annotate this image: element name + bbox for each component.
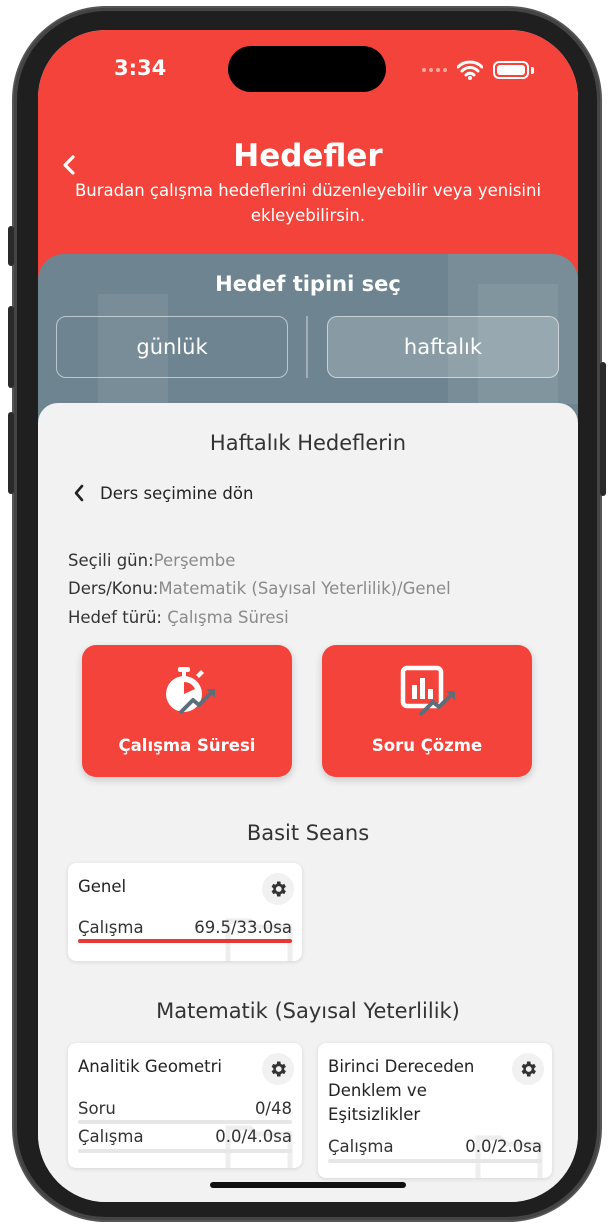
goal-card-metric: Çalışma 0.0/4.0sa [78, 1127, 292, 1146]
goal-card-settings-button[interactable] [262, 873, 294, 905]
question-solving-button[interactable]: Soru Çözme [322, 645, 532, 777]
metric-value: 69.5/33.0sa [194, 918, 292, 937]
goal-card-linear-equations[interactable]: Birinci Dereceden Denklem ve Eşitsizlikl… [318, 1043, 552, 1178]
goal-card-title: Birinci Dereceden Denklem ve Eşitsizlikl… [328, 1057, 475, 1124]
goal-type-divider [306, 316, 308, 378]
info-label: Seçili gün: [68, 551, 154, 570]
progress-bar [328, 1159, 542, 1163]
goal-card-settings-button[interactable] [512, 1053, 544, 1085]
page-title: Hedefler [233, 138, 383, 174]
status-time: 3:34 [114, 56, 167, 80]
signal-icon [422, 68, 447, 72]
phone-volume-up [8, 306, 14, 388]
gear-icon [521, 1061, 536, 1077]
study-time-label: Çalışma Süresi [118, 736, 256, 755]
weekly-goals-title: Haftalık Hedeflerin [209, 431, 407, 455]
page-subtitle: Buradan çalışma hedeflerini düzenleyebil… [74, 181, 542, 225]
wifi-icon [457, 60, 483, 80]
home-indicator [210, 1182, 406, 1188]
info-goal-type: Hedef türü: Çalışma Süresi [68, 608, 289, 627]
back-to-lesson-selection[interactable]: Ders seçimine dön [72, 483, 253, 503]
progress-bar [78, 1149, 292, 1153]
math-section-title: Matematik (Sayısal Yeterlilik) [156, 999, 460, 1023]
metric-label: Çalışma [78, 918, 144, 937]
goal-card-settings-button[interactable] [262, 1053, 294, 1085]
gear-icon [271, 1061, 286, 1077]
metric-value: 0.0/4.0sa [215, 1127, 292, 1146]
question-solving-label: Soru Çözme [371, 736, 483, 755]
gear-icon [271, 881, 286, 897]
goal-card-metric: Soru 0/48 [78, 1099, 292, 1118]
dynamic-island [228, 46, 386, 92]
info-value: Perşembe [153, 551, 236, 570]
back-to-lesson-label: Ders seçimine dön [100, 483, 254, 503]
chart-icon [400, 665, 455, 717]
metric-label: Çalışma [328, 1137, 394, 1156]
study-time-button[interactable]: Çalışma Süresi [82, 645, 292, 777]
metric-label: Çalışma [78, 1127, 144, 1146]
metric-value: 0.0/2.0sa [465, 1137, 542, 1156]
info-value: Matematik (Sayısal Yeterlilik)/Genel [158, 579, 451, 598]
goal-card-metric: Çalışma 0.0/2.0sa [328, 1137, 542, 1156]
goal-type-title: Hedef tipini seç [215, 272, 401, 296]
goal-card-title: Genel [78, 877, 127, 896]
info-label: Ders/Konu: [68, 579, 159, 598]
progress-bar-fill [78, 939, 292, 943]
goal-type-daily-button[interactable]: günlük [56, 316, 288, 378]
app-screen: 3:34 Hedefler Buradan çalışma hedeflerin… [38, 30, 578, 1202]
battery-tip [531, 66, 534, 74]
progress-bar [78, 1120, 292, 1124]
goal-card-general[interactable]: Genel Çalışma 69.5/33.0sa [68, 863, 302, 961]
stopwatch-icon [166, 667, 215, 715]
battery-icon [493, 61, 529, 79]
basic-session-title: Basit Seans [246, 821, 370, 845]
info-selected-day: Seçili gün:Perşembe [68, 551, 235, 570]
phone-power-button [600, 362, 606, 496]
phone-action-button [8, 226, 14, 266]
goal-type-weekly-button[interactable]: haftalık [327, 316, 559, 378]
info-lesson-topic: Ders/Konu:Matematik (Sayısal Yeterlilik)… [68, 579, 451, 598]
goal-card-metric: Çalışma 69.5/33.0sa [78, 918, 292, 937]
goal-card-analytic-geometry[interactable]: Analitik Geometri Soru 0/48 Çalışma 0.0/… [68, 1043, 302, 1168]
weekly-goals-card: Haftalık Hedeflerin Ders seçimine dön Se… [38, 403, 578, 1202]
progress-bar [78, 939, 292, 943]
info-label: Hedef türü: [68, 608, 168, 627]
chevron-left-icon [74, 484, 84, 502]
metric-label: Soru [78, 1099, 116, 1118]
phone-volume-down [8, 412, 14, 494]
metric-value: 0/48 [254, 1099, 292, 1118]
goal-card-title: Analitik Geometri [78, 1057, 222, 1076]
status-icons [422, 60, 534, 80]
info-value: Çalışma Süresi [167, 608, 289, 627]
